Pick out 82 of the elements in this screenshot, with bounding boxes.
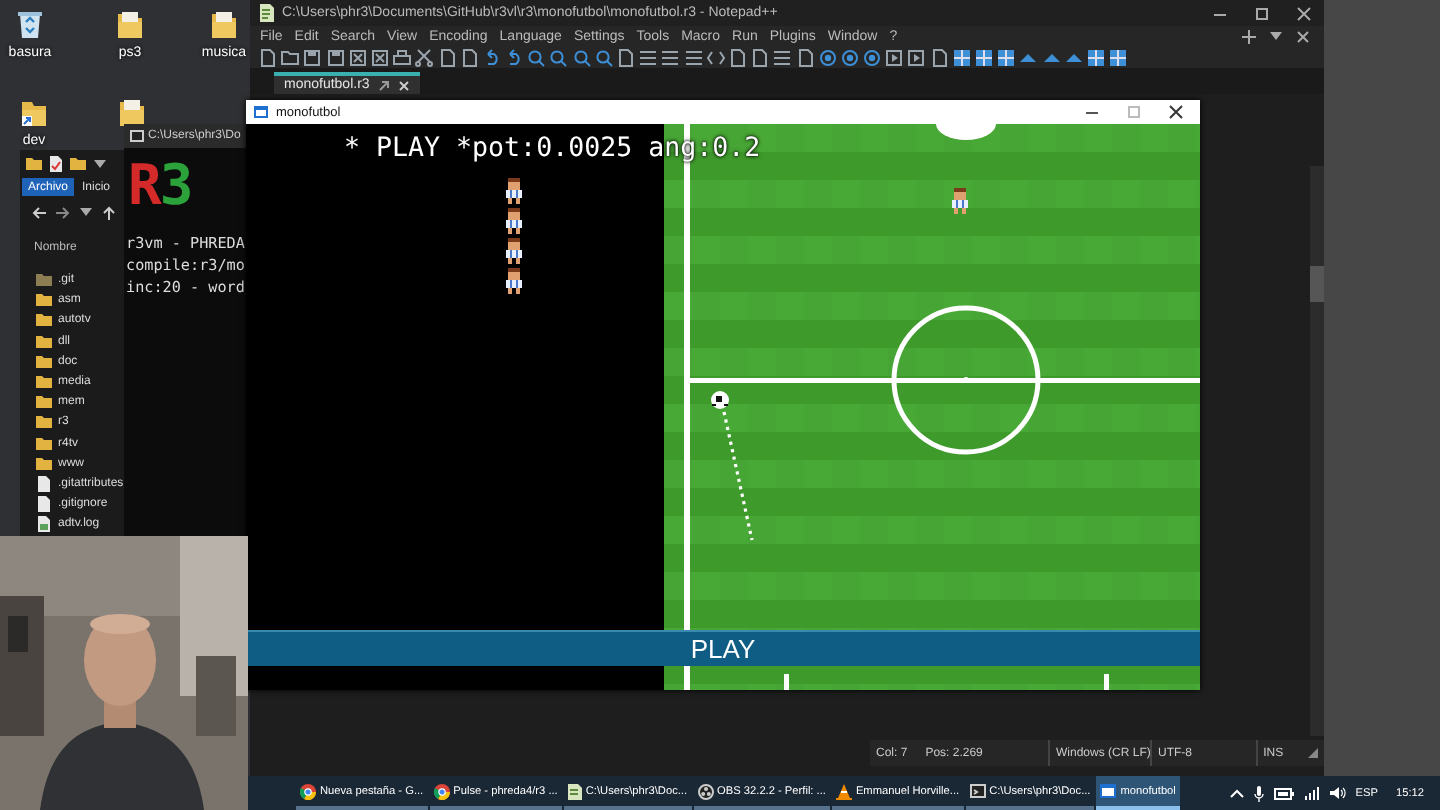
shortcut-folder-icon xyxy=(20,96,48,128)
caret-icon[interactable] xyxy=(80,206,92,218)
search-icon[interactable] xyxy=(526,47,547,67)
grid-icon[interactable] xyxy=(974,47,994,67)
caret-icon[interactable] xyxy=(1229,788,1244,798)
caret-icon[interactable] xyxy=(1270,30,1282,42)
folder-icon xyxy=(116,8,144,40)
page-icon[interactable] xyxy=(258,47,278,67)
player-sprite xyxy=(506,178,522,204)
lines-icon[interactable] xyxy=(683,47,704,67)
player-sprite xyxy=(506,238,522,264)
printer-icon[interactable] xyxy=(392,47,413,67)
circle-icon[interactable] xyxy=(817,47,838,67)
ring-icon[interactable] xyxy=(697,783,714,799)
resize-grip-icon[interactable] xyxy=(1308,748,1318,758)
caret-icon[interactable] xyxy=(94,157,106,169)
volume-icon[interactable] xyxy=(1329,786,1346,800)
browser-icon[interactable] xyxy=(300,783,316,799)
recycle-bin-icon xyxy=(16,8,44,40)
terminal-icon[interactable] xyxy=(969,784,986,798)
circle-icon[interactable] xyxy=(839,47,860,67)
search-icon[interactable] xyxy=(593,47,614,67)
grid-icon[interactable] xyxy=(1085,47,1106,67)
cone-icon[interactable] xyxy=(835,783,852,799)
window-icon xyxy=(254,106,268,118)
up-arrow-icon[interactable] xyxy=(102,205,116,219)
brackets-icon[interactable] xyxy=(705,47,726,67)
folder-icon xyxy=(118,96,146,128)
close-icon[interactable] xyxy=(1168,104,1184,120)
scissors-icon[interactable] xyxy=(414,47,435,67)
maximize-icon[interactable] xyxy=(1254,5,1270,21)
lines-icon[interactable] xyxy=(660,47,681,67)
browser-icon[interactable] xyxy=(433,783,450,799)
search-icon[interactable] xyxy=(548,47,569,67)
log-file-icon xyxy=(36,516,52,533)
grid-icon[interactable] xyxy=(951,47,972,67)
folder-icon xyxy=(26,157,42,169)
search-icon[interactable] xyxy=(571,47,592,67)
play-icon[interactable] xyxy=(906,47,927,67)
notepad-icon xyxy=(258,4,274,22)
pin-icon[interactable] xyxy=(377,79,390,91)
player-sprite xyxy=(506,268,522,294)
console-icon xyxy=(130,130,144,142)
window-icon[interactable] xyxy=(1100,784,1117,798)
logo-letter: 3 xyxy=(159,151,192,217)
notepad-icon[interactable] xyxy=(567,783,582,799)
folder-icon[interactable] xyxy=(280,47,301,67)
folder-icon xyxy=(210,8,238,40)
signal-icon[interactable] xyxy=(1303,786,1320,800)
page-icon[interactable] xyxy=(929,47,950,67)
folder-icon xyxy=(70,157,86,169)
back-arrow-icon[interactable] xyxy=(32,205,46,219)
page-icon[interactable] xyxy=(437,47,457,67)
scrollbar[interactable] xyxy=(1310,166,1324,736)
checklist-icon[interactable] xyxy=(50,155,62,171)
page-icon[interactable] xyxy=(727,47,748,67)
battery-icon[interactable] xyxy=(1273,787,1294,799)
undo-icon[interactable] xyxy=(481,47,502,67)
play-button[interactable]: PLAY xyxy=(246,630,1200,666)
lines-icon[interactable] xyxy=(772,47,793,67)
grid-icon[interactable] xyxy=(996,47,1017,67)
close-icon[interactable] xyxy=(1296,5,1312,21)
aim-line xyxy=(722,411,754,541)
lines-icon[interactable] xyxy=(638,47,659,67)
close-icon[interactable] xyxy=(1296,29,1310,43)
page-icon[interactable] xyxy=(459,47,480,67)
logo-letter: R xyxy=(128,151,160,217)
close-box-icon[interactable] xyxy=(347,47,368,67)
microphone-icon[interactable] xyxy=(1253,785,1264,801)
player-sprite xyxy=(952,188,968,214)
circle-icon[interactable] xyxy=(862,47,883,67)
player-sprite xyxy=(506,208,522,234)
close-box-icon[interactable] xyxy=(369,47,390,67)
plus-icon[interactable] xyxy=(1242,29,1256,43)
ball-icon xyxy=(711,391,729,409)
undo-icon[interactable] xyxy=(504,47,525,67)
page-icon[interactable] xyxy=(750,47,771,67)
grid-icon[interactable] xyxy=(1108,47,1129,67)
forward-arrow-icon[interactable] xyxy=(56,205,70,219)
page-icon[interactable] xyxy=(795,47,815,67)
page-icon[interactable] xyxy=(616,47,636,67)
play-icon[interactable] xyxy=(884,47,905,67)
